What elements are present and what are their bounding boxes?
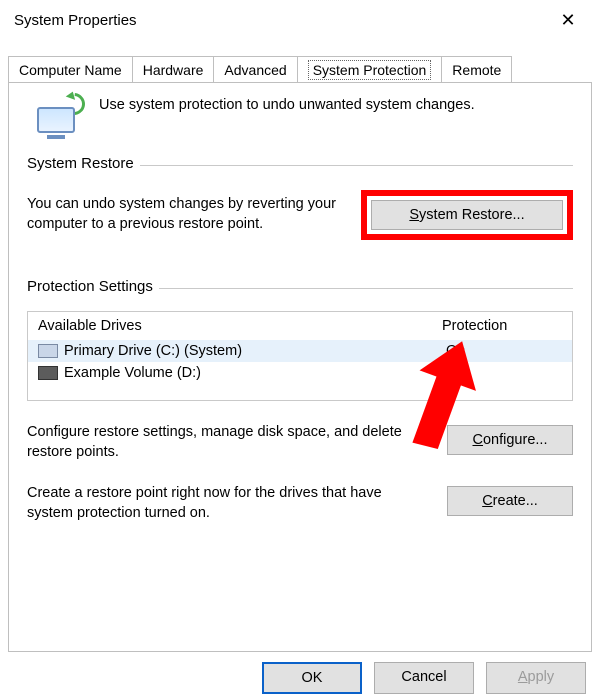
tab-system-protection[interactable]: System Protection xyxy=(297,56,443,83)
apply-button[interactable]: Apply xyxy=(486,662,586,694)
tab-remote[interactable]: Remote xyxy=(441,56,512,82)
drive-icon xyxy=(38,344,58,358)
cancel-button[interactable]: Cancel xyxy=(374,662,474,694)
drive-name: Primary Drive (C:) (System) xyxy=(64,343,446,359)
ok-button[interactable]: OK xyxy=(262,662,362,694)
annotation-highlight: System Restore... xyxy=(361,190,573,240)
tab-advanced[interactable]: Advanced xyxy=(213,56,297,82)
window-title: System Properties xyxy=(14,12,137,29)
close-button[interactable]: ✕ xyxy=(548,0,588,40)
protection-settings-group: Protection Settings Available Drives Pro… xyxy=(27,288,573,523)
create-button[interactable]: Create... xyxy=(447,486,573,516)
drives-table: Available Drives Protection Primary Driv… xyxy=(27,311,573,401)
table-row[interactable]: Primary Drive (C:) (System) On xyxy=(28,340,572,362)
tab-hardware[interactable]: Hardware xyxy=(132,56,215,82)
drive-icon xyxy=(38,366,58,380)
title-bar: System Properties ✕ xyxy=(0,0,600,40)
configure-button[interactable]: Configure... xyxy=(447,425,573,455)
col-protection: Protection xyxy=(442,318,562,334)
tab-panel: Use system protection to undo unwanted s… xyxy=(8,82,592,652)
drive-name: Example Volume (D:) xyxy=(64,365,446,381)
system-restore-button[interactable]: System Restore... xyxy=(371,200,563,230)
col-available-drives: Available Drives xyxy=(38,318,442,334)
drive-protection: On xyxy=(446,343,566,359)
intro-text: Use system protection to undo unwanted s… xyxy=(99,97,475,113)
tab-computer-name[interactable]: Computer Name xyxy=(8,56,133,82)
system-restore-legend: System Restore xyxy=(27,155,140,172)
dialog-button-bar: OK Cancel Apply xyxy=(0,652,600,694)
system-restore-description: You can undo system changes by reverting… xyxy=(27,195,349,234)
drive-protection: Off xyxy=(446,365,566,381)
system-restore-group: System Restore You can undo system chang… xyxy=(27,165,573,240)
intro-row: Use system protection to undo unwanted s… xyxy=(27,97,573,139)
protection-settings-legend: Protection Settings xyxy=(27,278,159,295)
table-row[interactable]: Example Volume (D:) Off xyxy=(28,362,572,384)
create-description: Create a restore point right now for the… xyxy=(27,484,431,523)
drives-table-header: Available Drives Protection xyxy=(28,312,572,340)
configure-description: Configure restore settings, manage disk … xyxy=(27,423,431,462)
system-protection-icon xyxy=(37,97,83,139)
tab-strip: Computer Name Hardware Advanced System P… xyxy=(0,52,600,82)
